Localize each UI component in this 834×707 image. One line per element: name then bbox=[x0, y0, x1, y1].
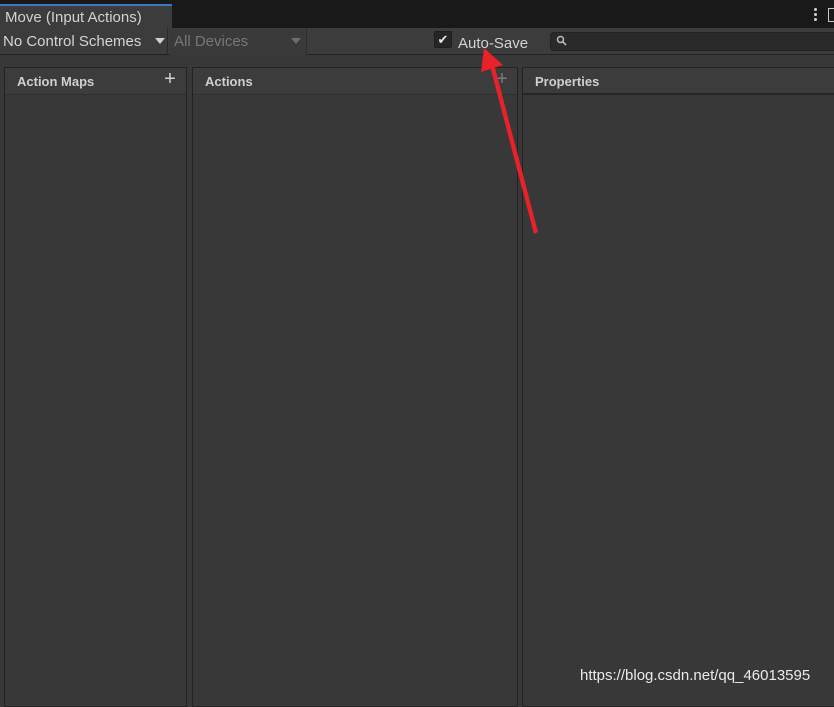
maximize-icon[interactable] bbox=[828, 8, 834, 22]
properties-title: Properties bbox=[535, 74, 600, 89]
checkmark-icon: ✔ bbox=[437, 32, 449, 47]
search-icon bbox=[556, 35, 567, 46]
editor-tab-bar: Move (Input Actions) bbox=[0, 0, 834, 28]
devices-label: All Devices bbox=[174, 33, 249, 50]
control-scheme-label: No Control Schemes bbox=[3, 33, 142, 50]
toolbar: No Control Schemes All Devices ✔ Auto-Sa… bbox=[0, 28, 834, 55]
chevron-down-icon bbox=[155, 38, 165, 44]
autosave-checkbox[interactable]: ✔ bbox=[434, 31, 452, 48]
action-maps-title: Action Maps bbox=[17, 74, 95, 89]
action-maps-panel: Action Maps + bbox=[4, 67, 187, 707]
control-scheme-dropdown[interactable]: No Control Schemes bbox=[0, 28, 168, 55]
action-maps-header: Action Maps + bbox=[5, 68, 186, 95]
kebab-menu-icon[interactable] bbox=[811, 8, 819, 22]
watermark: https://blog.csdn.net/qq_46013595 bbox=[580, 667, 811, 684]
actions-panel: Actions + bbox=[192, 67, 518, 707]
tab-input-actions[interactable]: Move (Input Actions) bbox=[0, 4, 172, 28]
properties-header: Properties bbox=[523, 68, 834, 95]
properties-panel: Properties bbox=[522, 67, 834, 707]
chevron-down-icon bbox=[291, 38, 301, 44]
actions-title: Actions bbox=[205, 74, 253, 89]
autosave-label: Auto-Save bbox=[458, 35, 529, 52]
search-input[interactable] bbox=[550, 32, 834, 51]
plus-icon: + bbox=[164, 68, 176, 90]
devices-dropdown[interactable]: All Devices bbox=[170, 28, 307, 55]
plus-icon: + bbox=[496, 68, 508, 90]
tab-title: Move (Input Actions) bbox=[5, 9, 142, 26]
add-action-button[interactable]: + bbox=[494, 68, 510, 90]
actions-header: Actions + bbox=[193, 68, 517, 95]
add-action-map-button[interactable]: + bbox=[162, 68, 178, 90]
